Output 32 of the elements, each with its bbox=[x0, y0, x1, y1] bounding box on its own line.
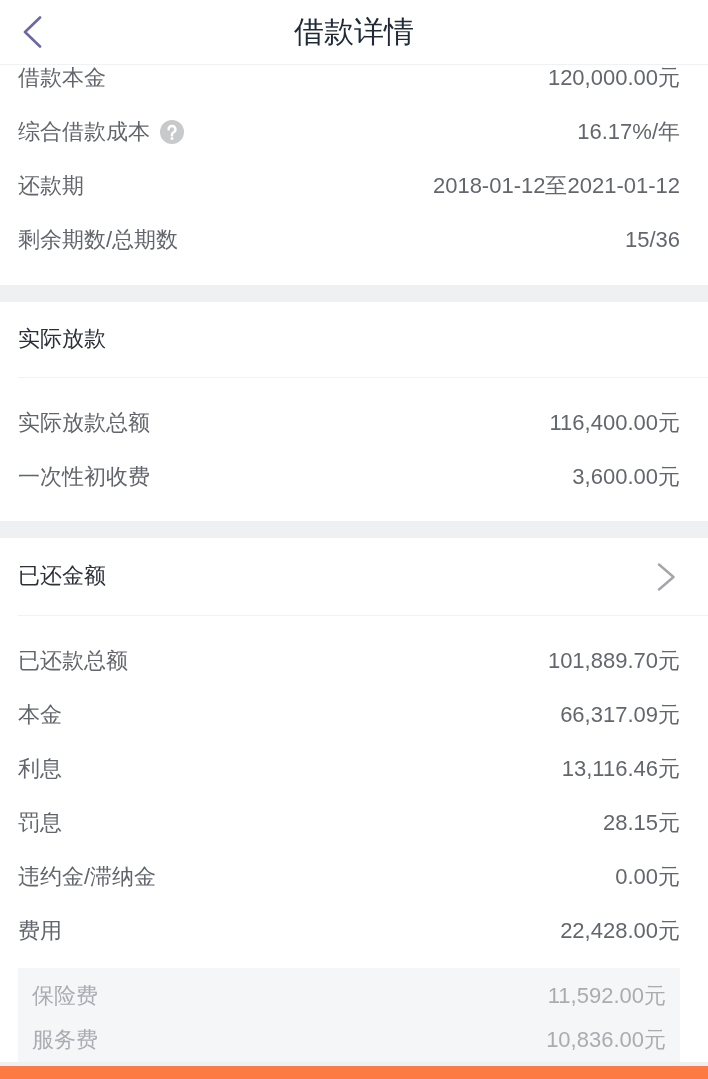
page-title: 借款详情 bbox=[294, 14, 414, 50]
row-value: 2018-01-12至2021-01-12 bbox=[432, 172, 680, 200]
row-value: 16.17%/年 bbox=[577, 118, 680, 146]
row-label: 实际放款总额 bbox=[18, 409, 150, 437]
row-value: 116,400.00元 bbox=[549, 409, 680, 437]
row-label: 还款期 bbox=[18, 172, 84, 200]
row-label: 违约金/滞纳金 bbox=[18, 863, 157, 891]
row-label: 借款本金 bbox=[18, 65, 106, 92]
row-label: 综合借款成本 bbox=[18, 118, 150, 146]
detail-value: 10,836.00元 bbox=[546, 1026, 666, 1054]
row-label: 一次性初收费 bbox=[18, 463, 150, 491]
detail-label: 服务费 bbox=[32, 1026, 98, 1054]
row-value: 13,116.46元 bbox=[561, 755, 680, 783]
row-label: 罚息 bbox=[18, 809, 62, 837]
row-label: 本金 bbox=[18, 701, 62, 729]
back-icon[interactable] bbox=[22, 16, 42, 48]
row-label: 已还款总额 bbox=[18, 647, 128, 675]
row-label: 利息 bbox=[18, 755, 62, 783]
row-value: 28.15元 bbox=[602, 809, 680, 837]
section-link[interactable]: 已还金额 bbox=[18, 538, 708, 616]
row-value: 22,428.00元 bbox=[560, 917, 680, 945]
detail-value: 11,592.00元 bbox=[547, 982, 666, 1010]
row-value: 3,600.00元 bbox=[572, 463, 680, 491]
row-value: 0.00元 bbox=[615, 863, 680, 891]
row-label: 费用 bbox=[18, 917, 62, 945]
row-value: 15/36 bbox=[624, 226, 680, 254]
detail-label: 保险费 bbox=[32, 982, 98, 1010]
row-label: 剩余期数/总期数 bbox=[18, 226, 179, 254]
row-value: 120,000.00元 bbox=[547, 65, 680, 92]
row-value: 101,889.70元 bbox=[547, 647, 680, 675]
section-title: 实际放款 bbox=[18, 326, 106, 353]
row-value: 66,317.09元 bbox=[560, 701, 680, 729]
